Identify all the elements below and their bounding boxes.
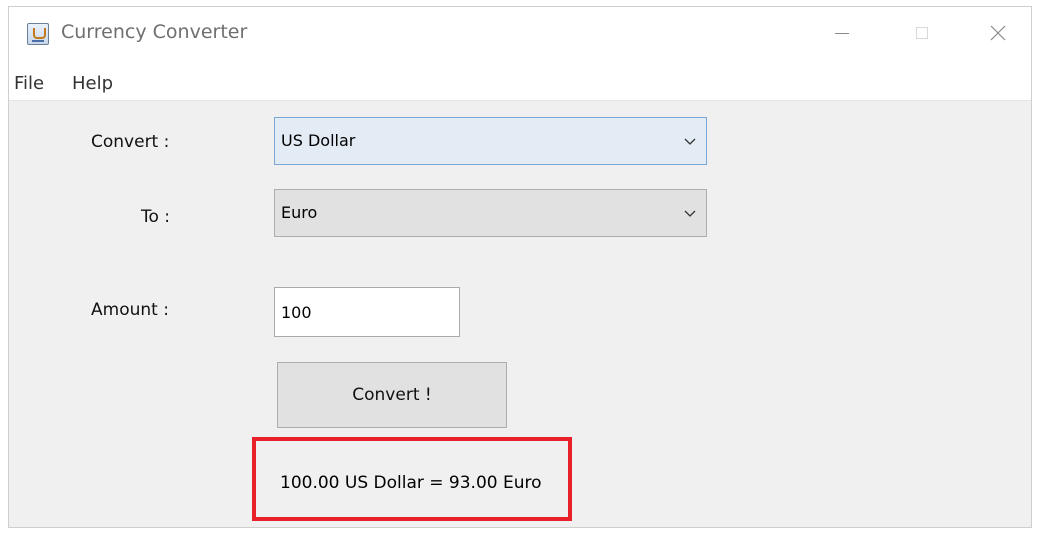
close-icon — [990, 25, 1006, 41]
minimize-icon — [835, 32, 849, 34]
chevron-down-icon — [684, 138, 696, 145]
title-bar[interactable]: Currency Converter — [9, 7, 1031, 69]
maximize-icon — [916, 27, 928, 39]
to-label: To : — [141, 207, 171, 227]
from-currency-value: US Dollar — [281, 131, 356, 150]
window-title: Currency Converter — [61, 21, 248, 43]
convert-button[interactable]: Convert ! — [277, 362, 507, 428]
menu-bar: File Help — [9, 69, 1031, 101]
result-text: 100.00 US Dollar = 93.00 Euro — [280, 473, 542, 493]
close-button[interactable] — [975, 15, 1021, 51]
from-currency-select[interactable]: US Dollar — [274, 117, 707, 165]
app-window: Currency Converter File Help Convert : U… — [8, 6, 1032, 528]
convert-label: Convert : — [91, 132, 170, 152]
to-currency-value: Euro — [281, 203, 318, 222]
amount-label: Amount : — [91, 300, 169, 320]
to-currency-select[interactable]: Euro — [274, 189, 707, 237]
minimize-button[interactable] — [819, 15, 865, 51]
result-highlight-box: 100.00 US Dollar = 93.00 Euro — [252, 437, 572, 521]
maximize-button[interactable] — [899, 15, 945, 51]
menu-item-file[interactable]: File — [14, 73, 44, 94]
chevron-down-icon — [684, 210, 696, 217]
amount-input[interactable] — [274, 287, 460, 337]
java-app-icon — [27, 23, 49, 45]
menu-item-help[interactable]: Help — [72, 73, 113, 94]
